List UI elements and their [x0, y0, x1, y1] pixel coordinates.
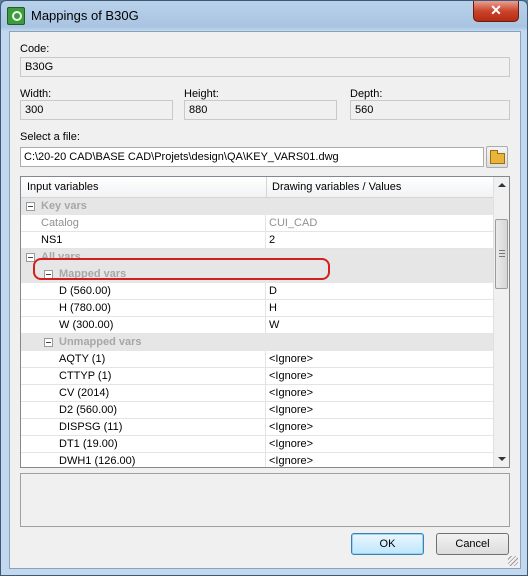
width-field: 300 — [20, 100, 173, 120]
collapse-icon[interactable] — [26, 202, 35, 211]
row-name: W (300.00) — [59, 319, 114, 331]
cancel-button[interactable]: Cancel — [436, 533, 509, 555]
app-icon — [7, 7, 25, 25]
row-name: D (560.00) — [59, 285, 111, 297]
row-value[interactable]: 2 — [269, 234, 275, 246]
row-name: CV (2014) — [59, 387, 110, 399]
table-row[interactable]: D2 (560.00) <Ignore> — [21, 402, 493, 419]
row-name: AQTY (1) — [59, 353, 106, 365]
scroll-down-icon[interactable] — [498, 457, 506, 461]
depth-field: 560 — [350, 100, 510, 120]
height-field: 880 — [184, 100, 337, 120]
width-label: Width: — [20, 88, 52, 100]
select-file-label: Select a file: — [20, 131, 80, 143]
height-label: Height: — [184, 88, 219, 100]
code-field: B30G — [20, 57, 510, 77]
title-bar[interactable]: Mappings of B30G ✕ — [1, 1, 527, 31]
variables-grid[interactable]: Input variables Drawing variables / Valu… — [20, 176, 510, 468]
table-row-catalog[interactable]: Catalog CUI_CAD — [21, 215, 493, 232]
row-value[interactable]: <Ignore> — [269, 387, 313, 399]
scroll-thumb[interactable] — [495, 219, 508, 289]
table-row[interactable]: AQTY (1) <Ignore> — [21, 351, 493, 368]
table-row[interactable]: DWH1 (126.00) <Ignore> — [21, 453, 493, 467]
group-label: Key vars — [41, 200, 87, 212]
header-input-variables[interactable]: Input variables — [27, 181, 99, 193]
row-name: CTTYP (1) — [59, 370, 112, 382]
row-value: CUI_CAD — [269, 217, 318, 229]
table-row[interactable]: W (300.00) W — [21, 317, 493, 334]
row-name: D2 (560.00) — [59, 404, 118, 416]
scroll-up-icon[interactable] — [498, 183, 506, 187]
row-name: DT1 (19.00) — [59, 438, 118, 450]
table-row[interactable]: DT1 (19.00) <Ignore> — [21, 436, 493, 453]
header-separator — [266, 177, 267, 197]
row-value[interactable]: <Ignore> — [269, 404, 313, 416]
window-title: Mappings of B30G — [31, 8, 139, 23]
grip-line — [499, 253, 505, 254]
dialog-window: Mappings of B30G ✕ Code: B30G Width: 300… — [0, 0, 528, 576]
description-panel — [20, 473, 510, 527]
row-name: Catalog — [41, 217, 79, 229]
row-value[interactable]: D — [269, 285, 277, 297]
browse-button[interactable] — [486, 146, 508, 168]
folder-open-icon — [490, 150, 505, 164]
table-row[interactable]: D (560.00) D — [21, 283, 493, 300]
grid-header: Input variables Drawing variables / Valu… — [21, 177, 493, 198]
group-label: Unmapped vars — [59, 336, 142, 348]
table-row[interactable]: CTTYP (1) <Ignore> — [21, 368, 493, 385]
dialog-client-area: Code: B30G Width: 300 Height: 880 Depth:… — [9, 31, 521, 569]
row-name: H (780.00) — [59, 302, 111, 314]
row-value[interactable]: W — [269, 319, 279, 331]
row-name: NS1 — [41, 234, 63, 246]
row-name: DISPSG (11) — [59, 421, 123, 433]
depth-label: Depth: — [350, 88, 383, 100]
grip-line — [499, 256, 505, 257]
row-value[interactable]: <Ignore> — [269, 421, 313, 433]
file-path-input[interactable]: C:\20-20 CAD\BASE CAD\Projets\design\QA\… — [20, 147, 484, 167]
row-value[interactable]: H — [269, 302, 277, 314]
row-name: DWH1 (126.00) — [59, 455, 136, 467]
row-value[interactable]: <Ignore> — [269, 370, 313, 382]
table-row[interactable]: H (780.00) H — [21, 300, 493, 317]
close-icon: ✕ — [490, 2, 502, 18]
code-label: Code: — [20, 43, 50, 55]
row-value[interactable]: <Ignore> — [269, 438, 313, 450]
resize-grip[interactable] — [508, 556, 518, 566]
group-key-vars[interactable]: Key vars — [21, 198, 493, 215]
red-highlight-annotation — [33, 258, 330, 280]
table-row[interactable]: CV (2014) <Ignore> — [21, 385, 493, 402]
grip-line — [499, 250, 505, 251]
header-drawing-variables[interactable]: Drawing variables / Values — [272, 181, 401, 193]
group-unmapped-vars[interactable]: Unmapped vars — [21, 334, 493, 351]
table-row-ns1[interactable]: NS1 2 — [21, 232, 493, 249]
close-button[interactable]: ✕ — [473, 1, 519, 22]
collapse-icon[interactable] — [44, 338, 53, 347]
row-value[interactable]: <Ignore> — [269, 353, 313, 365]
ok-button[interactable]: OK — [351, 533, 424, 555]
vertical-scrollbar[interactable] — [493, 177, 509, 467]
row-value[interactable]: <Ignore> — [269, 455, 313, 467]
table-row[interactable]: DISPSG (11) <Ignore> — [21, 419, 493, 436]
